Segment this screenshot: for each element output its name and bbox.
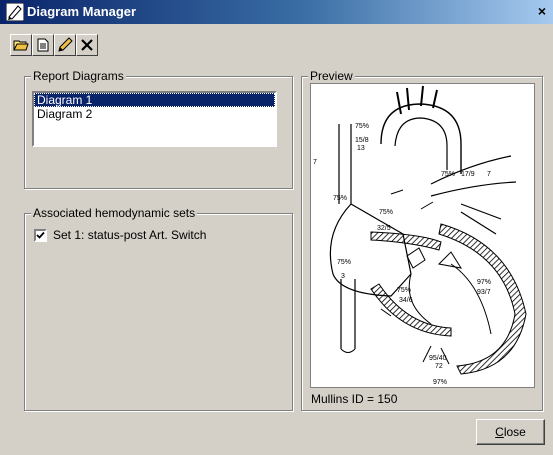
new-document-button[interactable]: [32, 34, 54, 56]
hemodynamic-sets-group: Associated hemodynamic sets: [24, 206, 293, 411]
close-button-label: lose: [503, 425, 526, 439]
annotation: 75%: [337, 259, 351, 266]
window-close-button[interactable]: ×: [534, 4, 550, 18]
document-icon: [37, 38, 49, 52]
annotation: 32/5: [377, 225, 391, 232]
annotation: 15/8: [355, 137, 369, 144]
annotation: 75%: [379, 209, 393, 216]
pencil-app-icon: [6, 3, 24, 21]
close-button[interactable]: Close: [476, 419, 545, 445]
annotation: 72: [435, 363, 443, 370]
annotation: 17/9: [461, 171, 475, 178]
annotation: 75%: [441, 171, 455, 178]
pencil-icon: [58, 37, 73, 52]
open-folder-icon: [13, 40, 29, 51]
window-title: Diagram Manager: [27, 4, 137, 19]
heart-diagram: 7 75% 15/8 13 75% 17/9 7 75% 75% 32/5 75…: [313, 85, 527, 386]
annotation: 75%: [355, 123, 369, 130]
annotation: 95/40: [429, 355, 447, 362]
annotation: 3: [341, 273, 345, 280]
heart-diagram-preview: 7 75% 15/8 13 75% 17/9 7 75% 75% 32/5 75…: [310, 83, 535, 388]
diagram-list-item[interactable]: Diagram 2: [34, 107, 275, 121]
open-button[interactable]: [10, 34, 32, 56]
checkmark-icon: [36, 231, 45, 239]
annotation: 97%: [477, 279, 491, 286]
edit-button[interactable]: [54, 34, 76, 56]
annotation: 93/7: [477, 289, 491, 296]
close-button-mnemonic: C: [495, 425, 504, 439]
delete-button[interactable]: [76, 34, 98, 56]
hemodynamic-set-row[interactable]: Set 1: status-post Art. Switch: [34, 228, 206, 242]
preview-label: Preview: [308, 69, 355, 83]
annotation: 13: [357, 145, 365, 152]
annotation: 75%: [333, 195, 347, 202]
toolbar: [10, 34, 98, 58]
diagram-manager-window: Diagram Manager × Report Diagrams Diagra…: [0, 0, 553, 455]
set-1-checkbox[interactable]: [34, 228, 47, 242]
title-bar: Diagram Manager ×: [0, 0, 553, 24]
hemodynamic-sets-label: Associated hemodynamic sets: [31, 206, 198, 220]
annotation: 34/6: [399, 297, 413, 304]
annotation: 75%: [397, 287, 411, 294]
annotation: 7: [313, 159, 317, 166]
diagram-list-item[interactable]: Diagram 1: [34, 93, 275, 107]
set-1-label: Set 1: status-post Art. Switch: [53, 228, 207, 242]
report-diagrams-label: Report Diagrams: [31, 69, 126, 83]
diagram-list[interactable]: Diagram 1 Diagram 2: [32, 91, 277, 147]
mullins-id: Mullins ID = 150: [311, 392, 398, 406]
annotation: 97%: [433, 379, 447, 386]
annotation: 7: [487, 171, 491, 178]
delete-x-icon: [81, 39, 93, 51]
